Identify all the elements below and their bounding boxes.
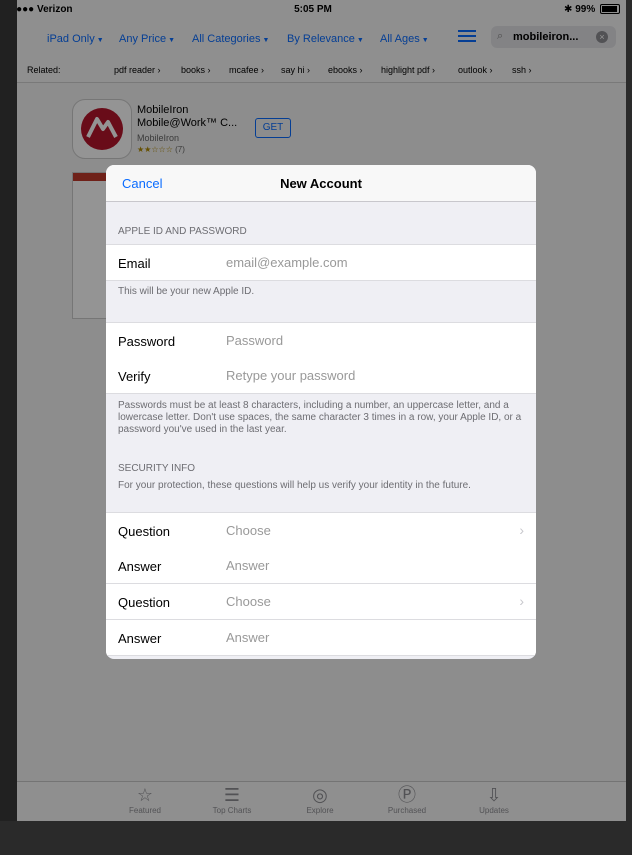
answer-label-2: Answer [118,631,162,646]
sheet-nav-bar: Cancel New Account [106,165,536,202]
security-description: For your protection, these questions wil… [118,480,471,491]
section-header-security: SECURITY INFO [118,463,196,474]
answer-field-2[interactable] [226,630,486,645]
email-field[interactable] [226,255,486,270]
question-row-2[interactable]: Question Choose › [106,584,536,620]
password-row[interactable]: Password [106,322,536,359]
verify-password-field[interactable] [226,368,486,383]
password-field[interactable] [226,333,486,348]
question-row-1[interactable]: Question Choose › [106,512,536,549]
app-store-screen: ●●●●● Verizon 5:05 PM ✱ 99% iPad Only ▼ A… [0,0,626,821]
answer-label-1: Answer [118,559,162,574]
answer-row-1[interactable]: Answer [106,548,536,584]
email-label: Email [118,256,151,271]
email-footer: This will be your new Apple ID. [118,286,255,297]
question-label-2: Question [118,595,171,610]
answer-row-2[interactable]: Answer [106,620,536,656]
question-label-1: Question [118,524,171,539]
section-header-apple-id: APPLE ID AND PASSWORD [118,226,247,237]
question-select-1[interactable]: Choose [226,523,486,538]
sheet-title: New Account [280,176,362,191]
password-requirements: Passwords must be at least 8 characters,… [118,400,522,435]
verify-row[interactable]: Verify [106,358,536,394]
answer-field-1[interactable] [226,558,486,573]
password-label: Password [118,334,176,349]
email-row[interactable]: Email [106,244,536,281]
chevron-right-icon: › [519,593,524,609]
chevron-right-icon: › [519,522,524,538]
verify-label: Verify [118,369,151,384]
new-account-sheet: Cancel New Account APPLE ID AND PASSWORD… [106,165,536,659]
question-select-2[interactable]: Choose [226,594,486,609]
